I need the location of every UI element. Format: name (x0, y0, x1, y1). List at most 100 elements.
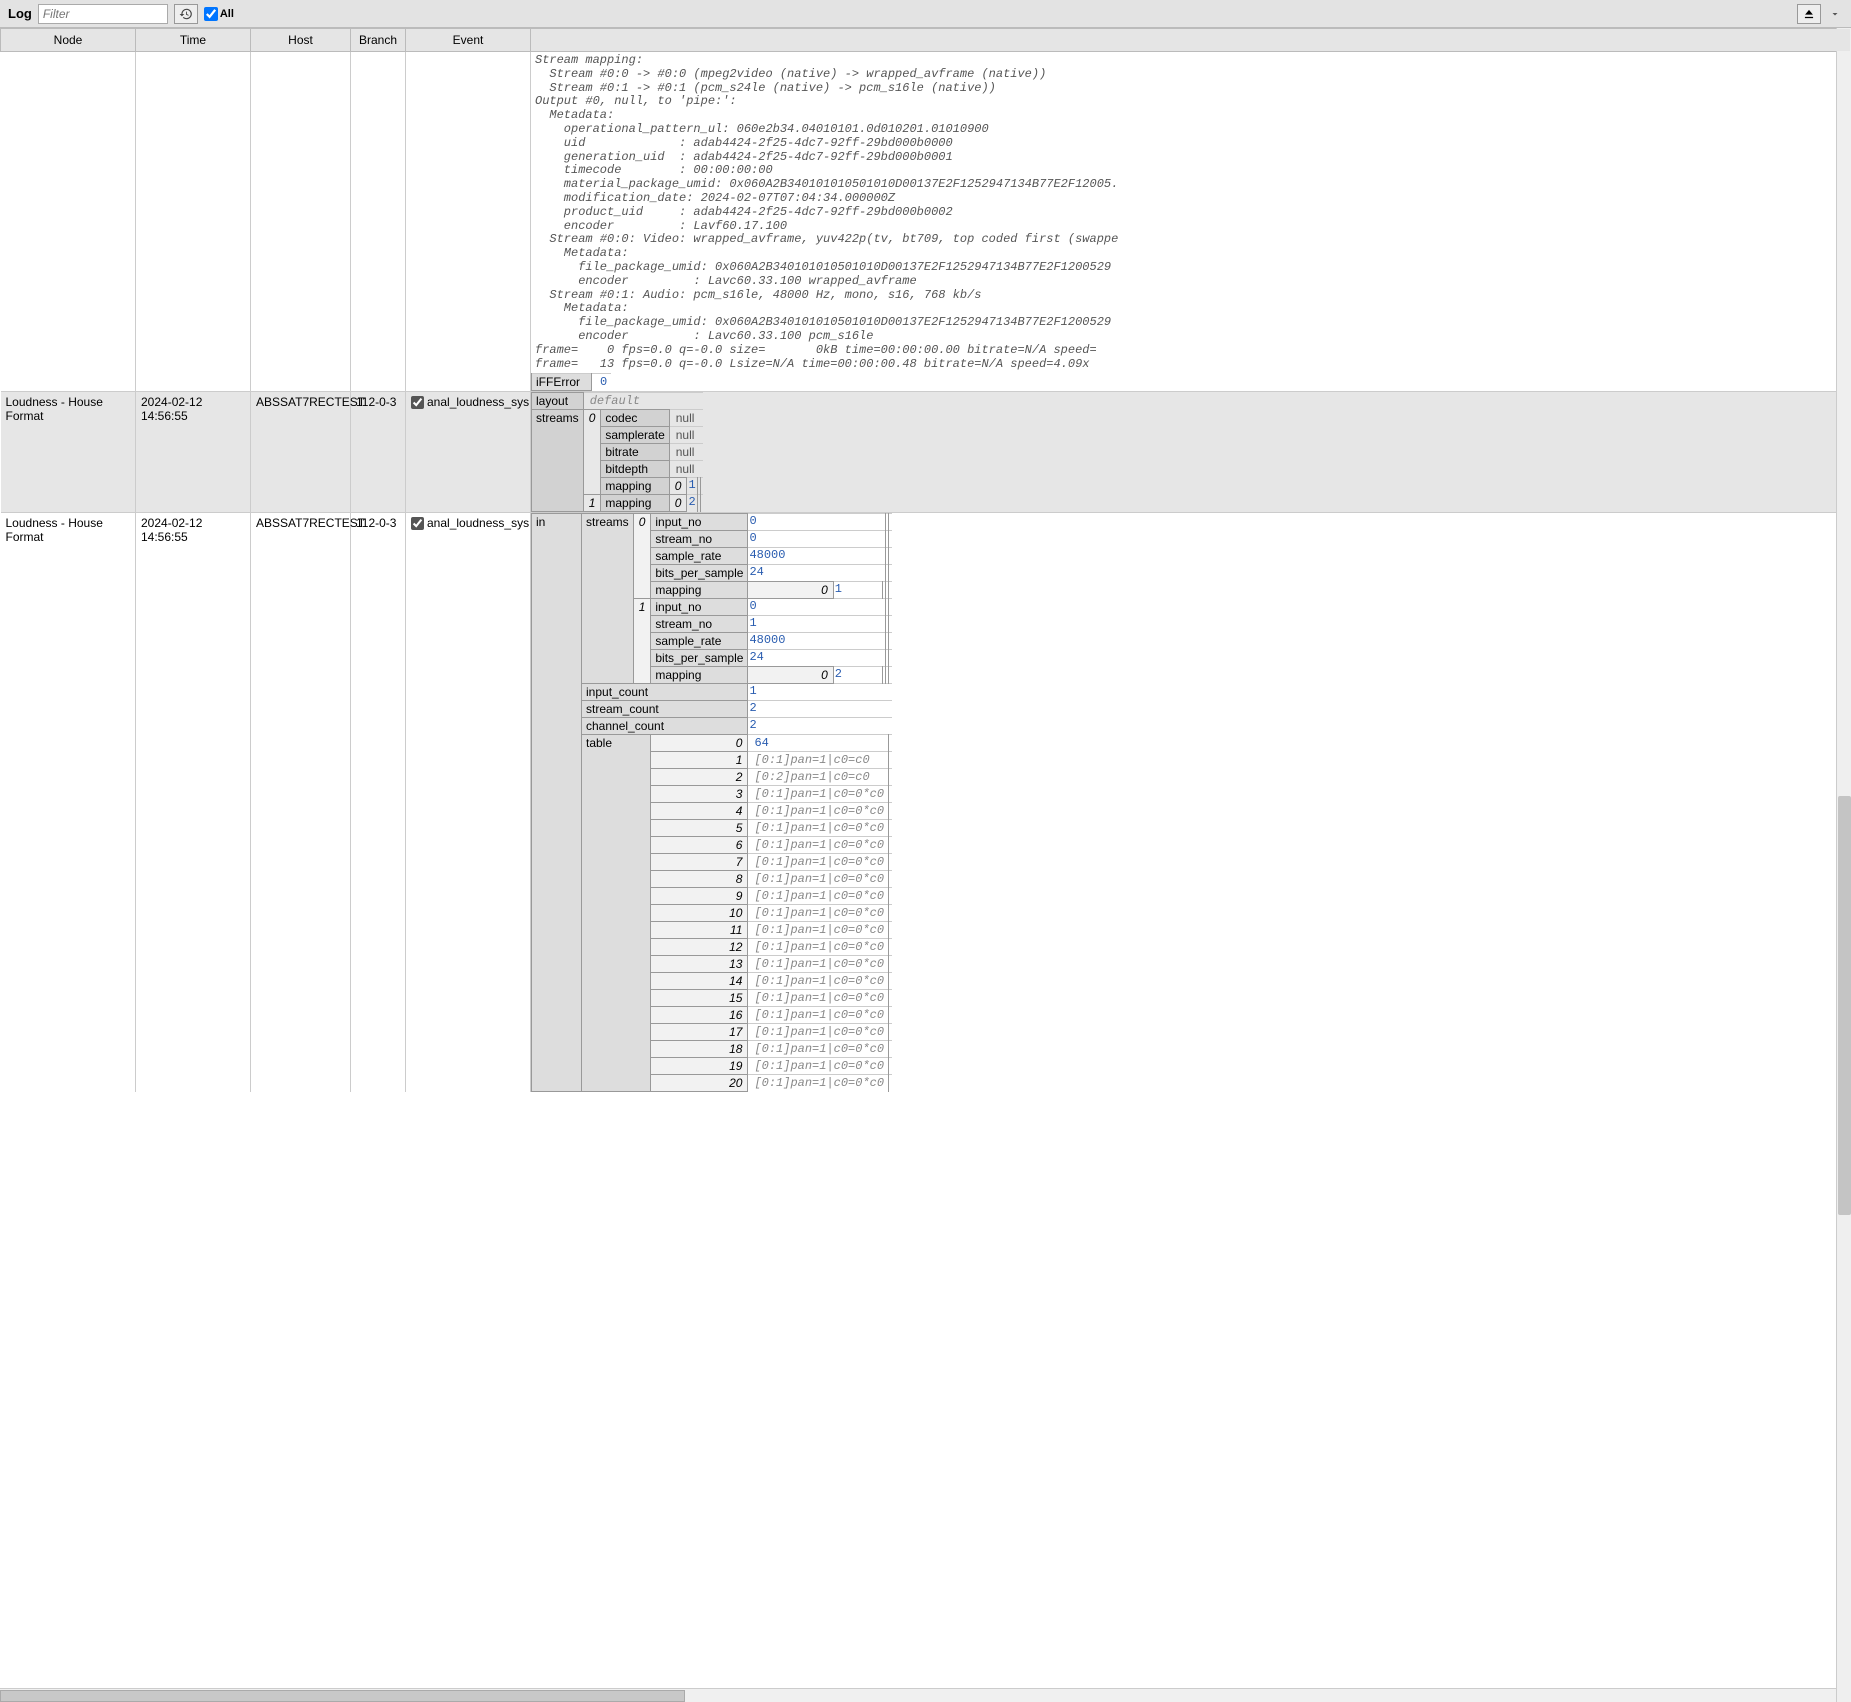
table-row-value: [0:1]pan=1|c0=0*c0 (748, 1007, 889, 1024)
event-label: anal_loudness_sys (427, 516, 529, 530)
property-key: bitdepth (601, 461, 669, 478)
table-row-index: 14 (651, 973, 748, 990)
table-row-index: 4 (651, 803, 748, 820)
table-row: Loudness - House Format2024-02-12 14:56:… (1, 392, 1851, 513)
menu-dropdown-button[interactable] (1827, 4, 1843, 24)
table-row-value: [0:1]pan=1|c0=0*c0 (748, 1075, 889, 1092)
event-cell: anal_loudness_sys (406, 392, 531, 513)
property-key: input_no (651, 514, 748, 531)
log-table-container[interactable]: NodeTimeHostBranchEvent Stream mapping: … (0, 28, 1851, 1702)
mapping-value: 1 (833, 582, 882, 599)
table-row-index: 9 (651, 888, 748, 905)
property-value: 1 (748, 616, 886, 633)
table-row-value: [0:1]pan=1|c0=0*c0 (748, 939, 889, 956)
column-header[interactable]: Time (136, 29, 251, 52)
column-header[interactable]: Host (251, 29, 351, 52)
all-checkbox-wrap: All (204, 7, 234, 21)
table-row-index: 16 (651, 1007, 748, 1024)
column-header[interactable]: Event (406, 29, 531, 52)
table-row-index: 1 (651, 752, 748, 769)
cell (351, 52, 406, 392)
property-value: 48000 (748, 548, 886, 565)
in-key: in (532, 514, 582, 1092)
property-key: bitrate (601, 444, 669, 461)
table-header-row: NodeTimeHostBranchEvent (1, 29, 1851, 52)
property-value: 24 (748, 565, 886, 582)
table-row-index: 15 (651, 990, 748, 1007)
table-row-value: [0:1]pan=1|c0=0*c0 (748, 922, 889, 939)
chevron-down-icon (1829, 8, 1841, 20)
stream-index: 1 (633, 599, 651, 684)
filter-input[interactable] (38, 4, 168, 24)
table-key: table (582, 735, 651, 1092)
log-table: NodeTimeHostBranchEvent Stream mapping: … (0, 28, 1851, 1092)
cell (136, 52, 251, 392)
property-key: mapping (601, 478, 669, 495)
property-key: sample_rate (651, 548, 748, 565)
vertical-scrollbar[interactable]: ▲ (1836, 28, 1851, 1702)
table-row-index: 20 (651, 1075, 748, 1092)
property-value: 0 (748, 531, 886, 548)
horizontal-scrollbar[interactable] (0, 1688, 1851, 1702)
table-row-index: 7 (651, 854, 748, 871)
cell: Loudness - House Format (1, 392, 136, 513)
cell: 2024-02-12 14:56:55 (136, 513, 251, 1093)
details-cell: instreams0input_no0stream_no0sample_rate… (531, 513, 1851, 1093)
property-value: null (669, 444, 703, 461)
cell: Loudness - House Format (1, 513, 136, 1093)
details-cell: Stream mapping: Stream #0:0 -> #0:0 (mpe… (531, 52, 1851, 392)
table-row-index: 19 (651, 1058, 748, 1075)
table-row-index: 0 (651, 735, 748, 752)
eject-button[interactable] (1797, 4, 1821, 24)
table-row-value: [0:1]pan=1|c0=c0 (748, 752, 889, 769)
column-header[interactable]: Branch (351, 29, 406, 52)
mapping-value: 1 (687, 478, 697, 495)
cell: 112-0-3 (351, 513, 406, 1093)
property-key: bits_per_sample (651, 565, 748, 582)
table-row-value: [0:1]pan=1|c0=0*c0 (748, 905, 889, 922)
table-row-index: 5 (651, 820, 748, 837)
table-row: Stream mapping: Stream #0:0 -> #0:0 (mpe… (1, 52, 1851, 392)
log-title: Log (8, 6, 32, 21)
ifferror-key: iFFError (532, 374, 592, 391)
property-value: null (669, 410, 703, 427)
details-cell: layoutdefaultstreams0codecnullsamplerate… (531, 392, 1851, 513)
event-checkbox[interactable] (411, 517, 424, 530)
mapping-value: 2 (687, 495, 697, 512)
mapping-index: 0 (669, 495, 687, 512)
toolbar: Log All (0, 0, 1851, 28)
count-value: 2 (748, 718, 892, 735)
table-row-index: 11 (651, 922, 748, 939)
event-cell (406, 52, 531, 392)
table-row-value: [0:1]pan=1|c0=0*c0 (748, 871, 889, 888)
all-checkbox[interactable] (204, 7, 218, 21)
table-row-value: [0:1]pan=1|c0=0*c0 (748, 956, 889, 973)
event-checkbox[interactable] (411, 396, 424, 409)
column-header[interactable] (531, 29, 1851, 52)
table-row-value: [0:1]pan=1|c0=0*c0 (748, 786, 889, 803)
table-row-value: [0:1]pan=1|c0=0*c0 (748, 820, 889, 837)
table-row-value: [0:1]pan=1|c0=0*c0 (748, 1024, 889, 1041)
table-row-index: 10 (651, 905, 748, 922)
table-row-value: [0:1]pan=1|c0=0*c0 (748, 837, 889, 854)
property-value: 0 (748, 514, 886, 531)
property-key: samplerate (601, 427, 669, 444)
table-row-index: 3 (651, 786, 748, 803)
table-row: Loudness - House Format2024-02-12 14:56:… (1, 513, 1851, 1093)
count-value: 1 (748, 684, 892, 701)
history-button[interactable] (174, 4, 198, 24)
ffmpeg-output: Stream mapping: Stream #0:0 -> #0:0 (mpe… (531, 52, 1850, 373)
streams-key: streams (582, 514, 634, 684)
property-key: mapping (601, 495, 669, 512)
table-row-value: [0:1]pan=1|c0=0*c0 (748, 803, 889, 820)
column-header[interactable]: Node (1, 29, 136, 52)
table-row-value: [0:1]pan=1|c0=0*c0 (748, 1058, 889, 1075)
event-cell: anal_loudness_sys (406, 513, 531, 1093)
property-value: null (669, 461, 703, 478)
property-key: codec (601, 410, 669, 427)
stream-index: 1 (583, 495, 601, 512)
cell (251, 52, 351, 392)
table-row-index: 13 (651, 956, 748, 973)
mapping-index: 0 (669, 478, 687, 495)
count-key: input_count (582, 684, 748, 701)
